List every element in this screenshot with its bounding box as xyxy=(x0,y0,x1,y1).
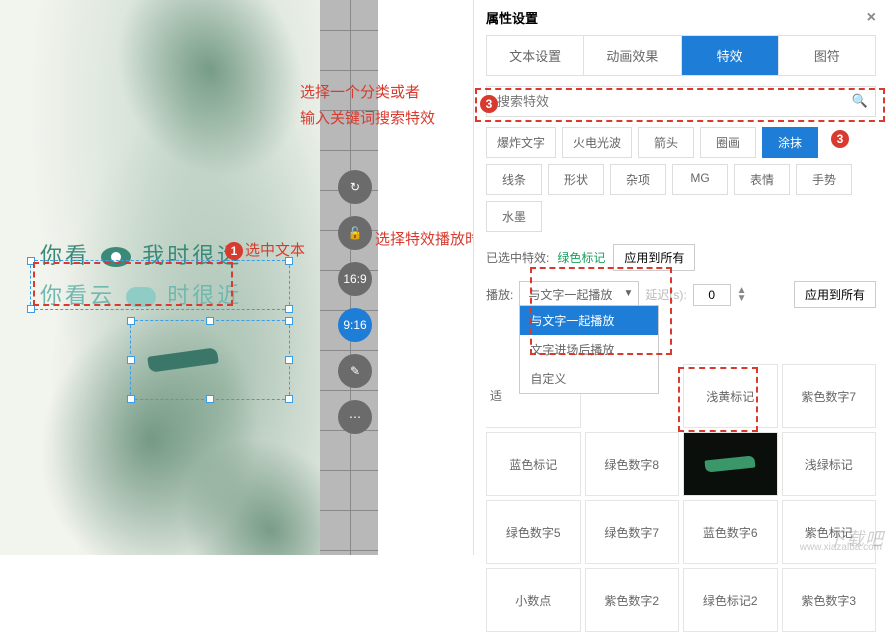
annotation-1: 1选中文本 xyxy=(225,239,305,260)
vertical-toolstrip: ↻ 🔓 16:9 9:16 ✎ ⋯ xyxy=(332,170,378,434)
tab-text-settings[interactable]: 文本设置 xyxy=(487,36,584,75)
category-emoji[interactable]: 表情 xyxy=(734,164,790,195)
annotation-box-effect xyxy=(678,367,758,432)
category-shape[interactable]: 形状 xyxy=(548,164,604,195)
delay-input[interactable] xyxy=(693,284,731,306)
category-circle[interactable]: 圈画 xyxy=(700,127,756,158)
tab-effects[interactable]: 特效 xyxy=(682,36,779,75)
selected-effect-value: 绿色标记 xyxy=(557,249,605,266)
fx-green-mark-2[interactable]: 绿色标记2 xyxy=(683,568,778,632)
category-mg[interactable]: MG xyxy=(672,164,728,195)
delay-label: 延迟(s): xyxy=(645,286,686,303)
play-option-custom[interactable]: 自定义 xyxy=(520,364,658,393)
category-fire[interactable]: 火电光波 xyxy=(562,127,632,158)
fx-purple-7[interactable]: 紫色数字7 xyxy=(782,364,877,428)
fx-green-7[interactable]: 绿色数字7 xyxy=(585,500,680,564)
category-grid: 爆炸文字 火电光波 箭头 圈画 涂抹 线条 形状 杂项 MG 表情 手势 水墨 xyxy=(474,127,888,240)
tab-animation[interactable]: 动画效果 xyxy=(584,36,681,75)
play-option-after[interactable]: 文字进场后播放 xyxy=(520,335,658,364)
play-dropdown-menu: 与文字一起播放 文字进场后播放 自定义 xyxy=(519,305,659,394)
play-label: 播放: xyxy=(486,286,513,303)
annotation-3b: 输入关键词搜索特效 xyxy=(300,107,435,128)
chevron-down-icon: ▼ xyxy=(623,288,633,299)
category-gesture[interactable]: 手势 xyxy=(796,164,852,195)
play-option-together[interactable]: 与文字一起播放 xyxy=(520,306,658,335)
fx-decimal[interactable]: 小数点 xyxy=(486,568,581,632)
panel-title: 属性设置 xyxy=(486,8,538,27)
fx-green-8[interactable]: 绿色数字8 xyxy=(585,432,680,496)
annotation-box-search xyxy=(475,88,885,122)
category-arrow[interactable]: 箭头 xyxy=(638,127,694,158)
apply-all-button-1[interactable]: 应用到所有 xyxy=(613,244,695,271)
badge-1: 1 xyxy=(225,242,243,260)
tab-glyphs[interactable]: 图符 xyxy=(779,36,875,75)
tool-rotate-icon[interactable]: ↻ xyxy=(338,170,372,204)
category-line[interactable]: 线条 xyxy=(486,164,542,195)
stepper-icon[interactable]: ▲▼ xyxy=(737,287,747,303)
play-dropdown[interactable]: 与文字一起播放 ▼ 与文字一起播放 文字进场后播放 自定义 xyxy=(519,281,639,308)
category-smear[interactable]: 涂抹 xyxy=(762,127,818,158)
badge-3: 3 xyxy=(480,95,498,113)
fx-blue-6[interactable]: 蓝色数字6 xyxy=(683,500,778,564)
fx-purple-mark[interactable]: 紫色标记 xyxy=(782,500,877,564)
annotation-3a: 选择一个分类或者 xyxy=(300,81,420,102)
tool-more-icon[interactable]: ⋯ xyxy=(338,400,372,434)
selected-effect-row: 已选中特效: 绿色标记 应用到所有 xyxy=(474,240,888,275)
category-ink[interactable]: 水墨 xyxy=(486,201,542,232)
play-row: 播放: 与文字一起播放 ▼ 与文字一起播放 文字进场后播放 自定义 延迟(s):… xyxy=(474,275,888,314)
apply-all-button-2[interactable]: 应用到所有 xyxy=(794,281,876,308)
fx-blue-mark[interactable]: 蓝色标记 xyxy=(486,432,581,496)
tool-lock-icon[interactable]: 🔓 xyxy=(338,216,372,250)
fx-green-5[interactable]: 绿色数字5 xyxy=(486,500,581,564)
selected-effect-label: 已选中特效: xyxy=(486,249,549,266)
fx-selected-preview[interactable] xyxy=(683,432,778,496)
category-explosion[interactable]: 爆炸文字 xyxy=(486,127,556,158)
fx-purple-2[interactable]: 紫色数字2 xyxy=(585,568,680,632)
panel-tabs: 文本设置 动画效果 特效 图符 xyxy=(486,35,876,76)
watermark-url: www.xiazaiba.com xyxy=(800,542,882,553)
annotation-box-1 xyxy=(33,262,233,306)
category-misc[interactable]: 杂项 xyxy=(610,164,666,195)
tool-ratio-16-9[interactable]: 16:9 xyxy=(338,262,372,296)
badge-3b: 3 xyxy=(831,130,849,148)
tool-edit-icon[interactable]: ✎ xyxy=(338,354,372,388)
tool-ratio-9-16[interactable]: 9:16 xyxy=(338,308,372,342)
properties-panel: 属性设置 × 文本设置 动画效果 特效 图符 🔍 爆炸文字 火电光波 箭头 圈画… xyxy=(473,0,888,555)
play-dropdown-selected[interactable]: 与文字一起播放 ▼ xyxy=(519,281,639,308)
close-icon[interactable]: × xyxy=(867,9,876,27)
fx-purple-3[interactable]: 紫色数字3 xyxy=(782,568,877,632)
fx-light-green-mark[interactable]: 浅绿标记 xyxy=(782,432,877,496)
